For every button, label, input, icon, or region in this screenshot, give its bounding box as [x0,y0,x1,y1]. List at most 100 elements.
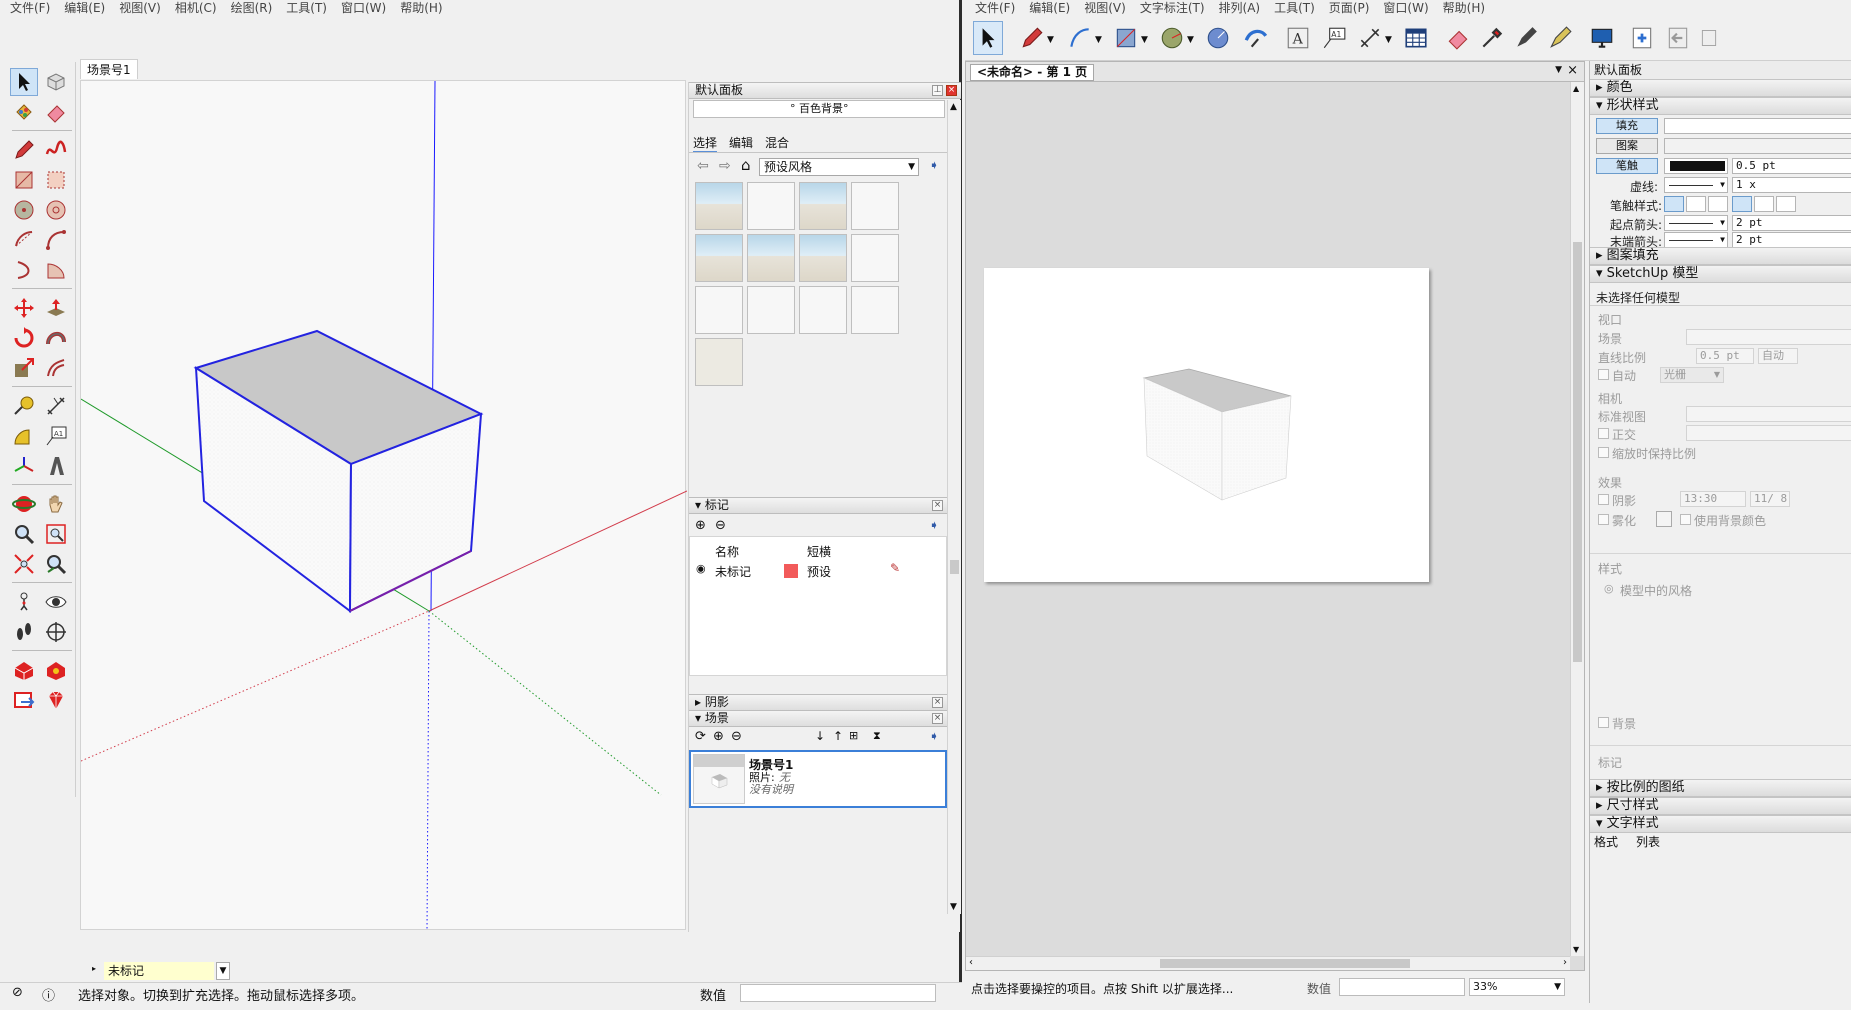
pan-tool[interactable] [42,490,70,518]
arc-dropdown-icon[interactable]: ▼ [1095,35,1102,45]
eraser-tool[interactable] [42,98,70,126]
ortho-checkbox[interactable] [1598,428,1609,439]
shape-style-section-header[interactable]: ▾ 形状样式 [1590,97,1851,115]
menu-camera[interactable]: 相机(C) [168,0,224,17]
document-tab[interactable]: <未命名> - 第 1 页 [970,64,1095,81]
menu-draw[interactable]: 绘图(R) [224,0,280,17]
section-plane-tool[interactable] [42,618,70,646]
style-library-select[interactable]: 预设风格 ▼ [759,158,919,176]
horizontal-scroll-thumb[interactable] [1160,959,1410,968]
tag-color-swatch[interactable] [784,564,798,578]
tab-mix[interactable]: 混合 [765,134,789,153]
cap-square-button[interactable] [1708,196,1728,212]
scene-item[interactable]: 场景号1 照片: 无 没有说明 [689,750,947,808]
scroll-left-icon[interactable]: ‹ [969,957,973,968]
rectangle-tool[interactable] [10,166,38,194]
sketchup-model-viewport[interactable] [984,268,1429,582]
menu-help[interactable]: 帮助(H) [1436,0,1492,17]
canvas-horizontal-scrollbar[interactable]: ‹ › [966,956,1570,970]
vertical-scroll-thumb[interactable] [1573,242,1582,662]
menu-tools[interactable]: 工具(T) [279,0,334,17]
menu-edit[interactable]: 编辑(E) [57,0,112,17]
style-thumb-8[interactable] [851,234,899,282]
pie-tool[interactable] [42,256,70,284]
scale-tool[interactable] [10,354,38,382]
cap-butt-button[interactable] [1664,196,1684,212]
info-icon[interactable]: ⓘ [42,985,55,1004]
style-thumb-7[interactable] [799,234,847,282]
menu-view[interactable]: 视图(V) [112,0,168,17]
axes-tool[interactable] [10,452,38,480]
details-arrow-icon[interactable]: ➧ [929,158,943,172]
3d-text-tool[interactable] [42,452,70,480]
back-arrow-icon[interactable]: ⇦ [697,158,709,174]
join-round-button[interactable] [1754,196,1774,212]
menu-window[interactable]: 窗口(W) [334,0,393,17]
filter-icon[interactable]: ⧗ [873,729,881,743]
remove-scene-icon[interactable]: ⊖ [731,729,742,744]
auto-checkbox[interactable] [1598,369,1609,380]
rotated-rectangle-tool[interactable] [42,166,70,194]
orbit-tool[interactable] [10,490,38,518]
tray-scrollbar[interactable]: ▲ ▼ [947,100,961,914]
pin-icon[interactable]: ⊥ [932,85,943,96]
tray-close-icon[interactable]: × [946,85,957,96]
style-thumb-11[interactable] [799,286,847,334]
fill-color-swatch[interactable] [1664,118,1851,134]
arc-tool[interactable] [1065,21,1095,55]
rectangle-dropdown-icon[interactable]: ▼ [1141,35,1148,45]
follow-me-tool[interactable] [42,324,70,352]
scenes-close-icon[interactable]: × [932,713,943,724]
current-style-field[interactable]: ° 百色背景° [693,100,945,118]
canvas[interactable] [966,82,1570,956]
rectangle-tool[interactable] [1111,21,1141,55]
fog-color-swatch[interactable] [1656,511,1672,527]
push-pull-tool[interactable] [42,294,70,322]
tab-list-chevron-icon[interactable]: ▼ [1555,65,1562,75]
style-thumb-12[interactable] [851,286,899,334]
position-camera-tool[interactable] [10,588,38,616]
style-thumb-5[interactable] [695,234,743,282]
close-document-icon[interactable]: × [1567,63,1578,78]
pattern-fill-section-header[interactable]: ▸ 图案填充 [1590,247,1851,265]
fog-checkbox[interactable] [1598,514,1609,525]
scenes-panel-header[interactable]: ▾ 场景 × [689,710,947,727]
select-tool[interactable] [973,21,1003,55]
shadows-close-icon[interactable]: × [932,697,943,708]
join-tool[interactable] [1545,21,1575,55]
look-around-tool[interactable] [42,588,70,616]
component-tool[interactable] [42,68,70,96]
style-thumb-1[interactable] [695,182,743,230]
circle-tool[interactable] [1157,21,1187,55]
dash-scale-field[interactable]: 1 x [1732,177,1851,193]
scroll-down-icon[interactable]: ▼ [950,902,957,912]
circle-tool[interactable] [10,196,38,224]
model-viewport[interactable] [80,80,688,932]
cap-round-button[interactable] [1686,196,1706,212]
move-tool[interactable] [10,294,38,322]
zoom-window-tool[interactable] [42,520,70,548]
viewport-canvas[interactable] [80,80,688,932]
view-options-icon[interactable]: ⊞ [849,729,858,742]
start-arrow-size-field[interactable]: 2 pt [1732,215,1851,231]
arc-tool[interactable] [10,226,38,254]
style-thumb-13[interactable] [695,338,743,386]
menu-text[interactable]: 文字标注(T) [1133,0,1212,17]
scroll-right-icon[interactable]: › [1563,957,1567,968]
select-tool[interactable] [10,68,38,96]
add-tag-icon[interactable]: ⊕ [695,518,706,533]
scroll-down-icon[interactable]: ▼ [1573,945,1579,954]
table-tool[interactable] [1401,21,1431,55]
tags-close-icon[interactable]: × [932,500,943,511]
tab-edit[interactable]: 编辑 [729,134,753,153]
tab-select[interactable]: 选择 [693,134,718,153]
canvas-vertical-scrollbar[interactable]: ▲ ▼ [1570,82,1584,956]
update-scene-icon[interactable]: ⟳ [695,729,706,744]
move-scene-up-icon[interactable]: ↑ [833,729,843,743]
style-thumb-4[interactable] [851,182,899,230]
tab-list[interactable]: 列表 [1636,833,1660,850]
style-tool[interactable] [1477,21,1507,55]
scaled-drawing-section-header[interactable]: ▸ 按比例的图纸 [1590,779,1851,797]
measurements-box[interactable] [740,984,936,1002]
tags-details-icon[interactable]: ➧ [929,518,939,532]
